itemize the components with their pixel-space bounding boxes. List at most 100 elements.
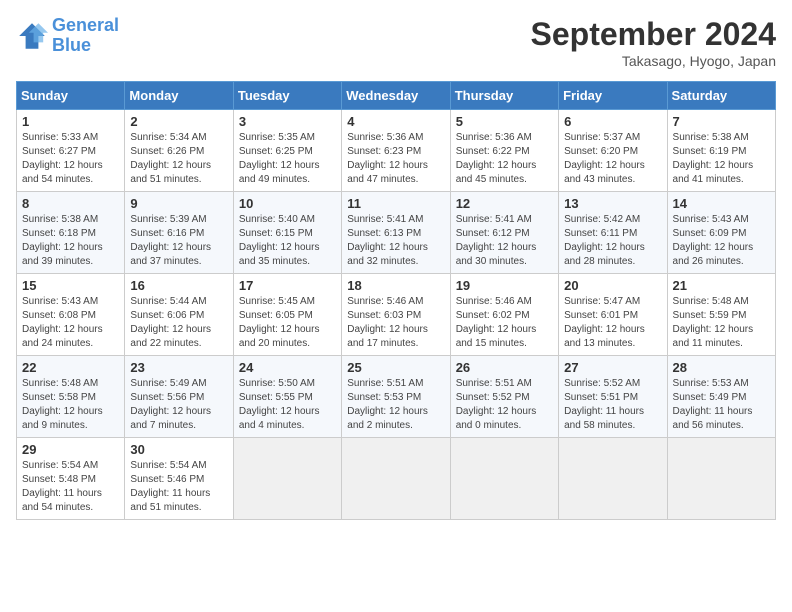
calendar-header-row: SundayMondayTuesdayWednesdayThursdayFrid… bbox=[17, 82, 776, 110]
calendar-cell: 5Sunrise: 5:36 AMSunset: 6:22 PMDaylight… bbox=[450, 110, 558, 192]
day-info: Sunrise: 5:54 AMSunset: 5:48 PMDaylight:… bbox=[22, 460, 102, 513]
day-info: Sunrise: 5:42 AMSunset: 6:11 PMDaylight:… bbox=[564, 214, 645, 267]
calendar-cell: 10 Sunrise: 5:40 AMSunset: 6:15 PMDayligh… bbox=[233, 192, 341, 274]
day-info: Sunrise: 5:51 AMSunset: 5:52 PMDaylight:… bbox=[456, 378, 537, 431]
day-number: 29 bbox=[22, 442, 119, 457]
day-info: Sunrise: 5:36 AMSunset: 6:22 PMDaylight:… bbox=[456, 132, 537, 185]
header-saturday: Saturday bbox=[667, 82, 775, 110]
calendar-cell: 12 Sunrise: 5:41 AMSunset: 6:12 PMDayligh… bbox=[450, 192, 558, 274]
header-wednesday: Wednesday bbox=[342, 82, 450, 110]
calendar-cell: 4 Sunrise: 5:36 AMSunset: 6:23 PMDaylight… bbox=[342, 110, 450, 192]
day-number: 12 bbox=[456, 196, 553, 211]
calendar-cell: 7 Sunrise: 5:38 AMSunset: 6:19 PMDaylight… bbox=[667, 110, 775, 192]
calendar-cell: 13 Sunrise: 5:42 AMSunset: 6:11 PMDayligh… bbox=[559, 192, 667, 274]
calendar-cell: 27 Sunrise: 5:52 AMSunset: 5:51 PMDayligh… bbox=[559, 356, 667, 438]
day-number: 17 bbox=[239, 278, 336, 293]
logo-text: General Blue bbox=[52, 16, 119, 56]
month-title: September 2024 bbox=[531, 16, 776, 53]
day-number: 18 bbox=[347, 278, 444, 293]
calendar-cell: 3 Sunrise: 5:35 AMSunset: 6:25 PMDaylight… bbox=[233, 110, 341, 192]
day-info: Sunrise: 5:41 AMSunset: 6:12 PMDaylight:… bbox=[456, 214, 537, 267]
title-block: September 2024 Takasago, Hyogo, Japan bbox=[531, 16, 776, 69]
day-info: Sunrise: 5:40 AMSunset: 6:15 PMDaylight:… bbox=[239, 214, 320, 267]
day-info: Sunrise: 5:36 AMSunset: 6:23 PMDaylight:… bbox=[347, 132, 428, 185]
calendar-cell: 18 Sunrise: 5:46 AMSunset: 6:03 PMDayligh… bbox=[342, 274, 450, 356]
day-number: 3 bbox=[239, 114, 336, 129]
day-number: 25 bbox=[347, 360, 444, 375]
day-number: 16 bbox=[130, 278, 227, 293]
calendar-cell: 2 Sunrise: 5:34 AMSunset: 6:26 PMDaylight… bbox=[125, 110, 233, 192]
location: Takasago, Hyogo, Japan bbox=[531, 53, 776, 69]
day-info: Sunrise: 5:54 AMSunset: 5:46 PMDaylight:… bbox=[130, 460, 210, 513]
header-friday: Friday bbox=[559, 82, 667, 110]
day-number: 13 bbox=[564, 196, 661, 211]
day-info: Sunrise: 5:48 AMSunset: 5:59 PMDaylight:… bbox=[673, 296, 754, 349]
calendar-cell: 9Sunrise: 5:39 AMSunset: 6:16 PMDaylight… bbox=[125, 192, 233, 274]
calendar-cell: 22Sunrise: 5:48 AMSunset: 5:58 PMDayligh… bbox=[17, 356, 125, 438]
day-info: Sunrise: 5:38 AMSunset: 6:19 PMDaylight:… bbox=[673, 132, 754, 185]
day-number: 8 bbox=[22, 196, 119, 211]
calendar-cell: 28Sunrise: 5:53 AMSunset: 5:49 PMDayligh… bbox=[667, 356, 775, 438]
calendar-table: SundayMondayTuesdayWednesdayThursdayFrid… bbox=[16, 81, 776, 520]
day-info: Sunrise: 5:46 AMSunset: 6:03 PMDaylight:… bbox=[347, 296, 428, 349]
calendar-week-5: 29 Sunrise: 5:54 AMSunset: 5:48 PMDayligh… bbox=[17, 438, 776, 520]
calendar-week-3: 15 Sunrise: 5:43 AMSunset: 6:08 PMDayligh… bbox=[17, 274, 776, 356]
day-number: 24 bbox=[239, 360, 336, 375]
calendar-cell: 30 Sunrise: 5:54 AMSunset: 5:46 PMDayligh… bbox=[125, 438, 233, 520]
day-number: 10 bbox=[239, 196, 336, 211]
calendar-cell: 24Sunrise: 5:50 AMSunset: 5:55 PMDayligh… bbox=[233, 356, 341, 438]
day-number: 7 bbox=[673, 114, 770, 129]
day-info: Sunrise: 5:43 AMSunset: 6:08 PMDaylight:… bbox=[22, 296, 103, 349]
day-number: 21 bbox=[673, 278, 770, 293]
calendar-cell: 16 Sunrise: 5:44 AMSunset: 6:06 PMDayligh… bbox=[125, 274, 233, 356]
day-number: 15 bbox=[22, 278, 119, 293]
calendar-cell: 17Sunrise: 5:45 AMSunset: 6:05 PMDayligh… bbox=[233, 274, 341, 356]
day-info: Sunrise: 5:35 AMSunset: 6:25 PMDaylight:… bbox=[239, 132, 320, 185]
calendar-week-4: 22Sunrise: 5:48 AMSunset: 5:58 PMDayligh… bbox=[17, 356, 776, 438]
calendar-cell: 23Sunrise: 5:49 AMSunset: 5:56 PMDayligh… bbox=[125, 356, 233, 438]
day-info: Sunrise: 5:49 AMSunset: 5:56 PMDaylight:… bbox=[130, 378, 211, 431]
calendar-cell: 6Sunrise: 5:37 AMSunset: 6:20 PMDaylight… bbox=[559, 110, 667, 192]
calendar-cell bbox=[667, 438, 775, 520]
calendar-cell: 8 Sunrise: 5:38 AMSunset: 6:18 PMDaylight… bbox=[17, 192, 125, 274]
day-info: Sunrise: 5:46 AMSunset: 6:02 PMDaylight:… bbox=[456, 296, 537, 349]
day-number: 14 bbox=[673, 196, 770, 211]
day-number: 22 bbox=[22, 360, 119, 375]
calendar-cell: 15 Sunrise: 5:43 AMSunset: 6:08 PMDayligh… bbox=[17, 274, 125, 356]
day-number: 1 bbox=[22, 114, 119, 129]
header-sunday: Sunday bbox=[17, 82, 125, 110]
calendar-cell: 1 Sunrise: 5:33 AMSunset: 6:27 PMDaylight… bbox=[17, 110, 125, 192]
day-number: 27 bbox=[564, 360, 661, 375]
day-info: Sunrise: 5:44 AMSunset: 6:06 PMDaylight:… bbox=[130, 296, 211, 349]
day-number: 19 bbox=[456, 278, 553, 293]
header-tuesday: Tuesday bbox=[233, 82, 341, 110]
calendar-cell: 21 Sunrise: 5:48 AMSunset: 5:59 PMDayligh… bbox=[667, 274, 775, 356]
day-info: Sunrise: 5:37 AMSunset: 6:20 PMDaylight:… bbox=[564, 132, 645, 185]
header-thursday: Thursday bbox=[450, 82, 558, 110]
day-number: 4 bbox=[347, 114, 444, 129]
day-number: 2 bbox=[130, 114, 227, 129]
day-info: Sunrise: 5:38 AMSunset: 6:18 PMDaylight:… bbox=[22, 214, 103, 267]
calendar-cell: 26 Sunrise: 5:51 AMSunset: 5:52 PMDayligh… bbox=[450, 356, 558, 438]
header-monday: Monday bbox=[125, 82, 233, 110]
calendar-week-2: 8 Sunrise: 5:38 AMSunset: 6:18 PMDaylight… bbox=[17, 192, 776, 274]
page-header: General Blue September 2024 Takasago, Hy… bbox=[16, 16, 776, 69]
day-info: Sunrise: 5:33 AMSunset: 6:27 PMDaylight:… bbox=[22, 132, 103, 185]
calendar-cell: 25 Sunrise: 5:51 AMSunset: 5:53 PMDayligh… bbox=[342, 356, 450, 438]
day-info: Sunrise: 5:47 AMSunset: 6:01 PMDaylight:… bbox=[564, 296, 645, 349]
calendar-cell: 11Sunrise: 5:41 AMSunset: 6:13 PMDayligh… bbox=[342, 192, 450, 274]
day-number: 26 bbox=[456, 360, 553, 375]
day-info: Sunrise: 5:53 AMSunset: 5:49 PMDaylight:… bbox=[673, 378, 753, 431]
day-info: Sunrise: 5:43 AMSunset: 6:09 PMDaylight:… bbox=[673, 214, 754, 267]
logo-icon bbox=[16, 20, 48, 52]
day-info: Sunrise: 5:51 AMSunset: 5:53 PMDaylight:… bbox=[347, 378, 428, 431]
calendar-cell: 14 Sunrise: 5:43 AMSunset: 6:09 PMDayligh… bbox=[667, 192, 775, 274]
calendar-week-1: 1 Sunrise: 5:33 AMSunset: 6:27 PMDaylight… bbox=[17, 110, 776, 192]
calendar-cell: 20Sunrise: 5:47 AMSunset: 6:01 PMDayligh… bbox=[559, 274, 667, 356]
calendar-cell: 29 Sunrise: 5:54 AMSunset: 5:48 PMDayligh… bbox=[17, 438, 125, 520]
day-info: Sunrise: 5:52 AMSunset: 5:51 PMDaylight:… bbox=[564, 378, 644, 431]
day-info: Sunrise: 5:41 AMSunset: 6:13 PMDaylight:… bbox=[347, 214, 428, 267]
calendar-cell bbox=[233, 438, 341, 520]
day-info: Sunrise: 5:34 AMSunset: 6:26 PMDaylight:… bbox=[130, 132, 211, 185]
day-number: 30 bbox=[130, 442, 227, 457]
